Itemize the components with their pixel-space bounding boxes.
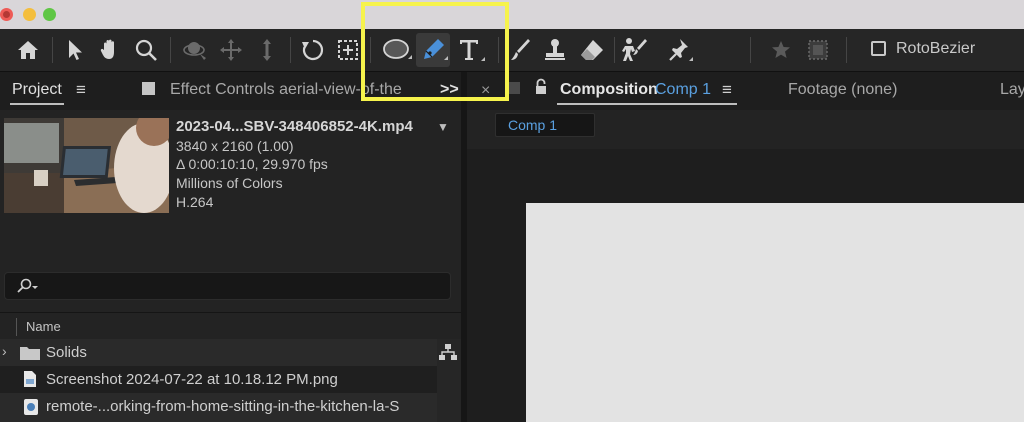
tab-layer[interactable]: Lay [1000,81,1024,99]
flowchart-icon[interactable] [438,343,458,366]
more-tabs-icon[interactable]: >> [440,81,459,99]
puppet-pin-icon[interactable] [664,33,696,67]
ellipse-icon[interactable] [380,33,414,67]
footage-name: 2023-04...SBV-348406852-4K.mp4 [176,118,413,135]
dolly-icon[interactable] [254,33,280,67]
star-icon[interactable] [768,33,794,67]
composition-tab-comp-name: Comp 1 [655,81,712,98]
comp-subtab-label: Comp 1 [508,117,558,133]
tab-effect-controls[interactable]: Effect Controls aerial-view-of-the [170,81,406,99]
brush-icon[interactable] [506,33,534,67]
list-item[interactable]: › Solids [0,339,437,366]
search-icon [15,277,39,300]
footage-thumbnail [4,118,169,213]
composition-menu-icon[interactable]: ≡ [722,80,732,100]
close-window-button[interactable] [0,8,13,21]
zoom-icon[interactable] [132,33,160,67]
comp-subtab[interactable]: Comp 1 [495,113,595,137]
rotobezier-label: RotoBezier [896,40,976,57]
comp-tab-swatch-icon [509,82,520,94]
image-file-icon [23,370,37,393]
tab-composition[interactable]: Composition [560,81,658,99]
rotobezier-checkbox[interactable] [871,41,886,56]
project-list-header: Name [0,312,461,340]
column-name-header[interactable]: Name [26,319,61,334]
rotate-icon[interactable] [298,33,328,67]
footage-dropdown-icon[interactable]: ▼ [437,120,449,134]
composition-tab-underline [557,103,737,105]
orbit-icon[interactable] [180,33,210,67]
pen-icon[interactable] [416,33,450,67]
effect-controls-swatch-icon [142,82,155,95]
pan-icon[interactable] [216,33,246,67]
list-item-label: remote-...orking-from-home-sitting-in-th… [46,398,400,415]
snapping-icon[interactable] [804,33,832,67]
tab-project[interactable]: Project [12,81,62,99]
type-icon[interactable] [454,33,488,67]
footage-resolution: 3840 x 2160 (1.00) [176,138,294,154]
eraser-icon[interactable] [576,33,608,67]
project-search-input[interactable] [4,272,451,300]
footage-codec: H.264 [176,194,214,210]
video-file-icon [23,398,39,421]
label-column-divider [16,318,17,336]
window-titlebar [0,0,1024,29]
folder-icon [19,345,41,366]
project-menu-icon[interactable]: ≡ [76,80,86,100]
pan-behind-icon[interactable] [334,33,362,67]
zoom-window-button[interactable] [43,8,56,21]
home-icon[interactable] [12,33,44,67]
lock-icon[interactable] [534,78,548,101]
list-item-label: Screenshot 2024-07-22 at 10.18.12 PM.png [46,371,338,388]
roto-brush-icon[interactable] [620,33,652,67]
list-item[interactable]: remote-...orking-from-home-sitting-in-th… [0,393,437,422]
clone-stamp-icon[interactable] [540,33,570,67]
list-item-label: Solids [46,344,87,361]
composition-canvas[interactable] [526,203,1024,422]
minimize-window-button[interactable] [23,8,36,21]
list-item[interactable]: Screenshot 2024-07-22 at 10.18.12 PM.png [0,366,437,393]
selection-arrow-icon[interactable] [62,33,88,67]
project-tab-underline [10,103,64,105]
footage-duration: Δ 0:00:10:10, 29.970 fps [176,156,328,172]
expand-chevron-icon[interactable]: › [2,343,7,359]
close-comp-tab-icon[interactable]: × [481,82,490,100]
footage-colors: Millions of Colors [176,175,283,191]
tab-footage[interactable]: Footage (none) [788,81,897,99]
hand-icon[interactable] [96,33,124,67]
